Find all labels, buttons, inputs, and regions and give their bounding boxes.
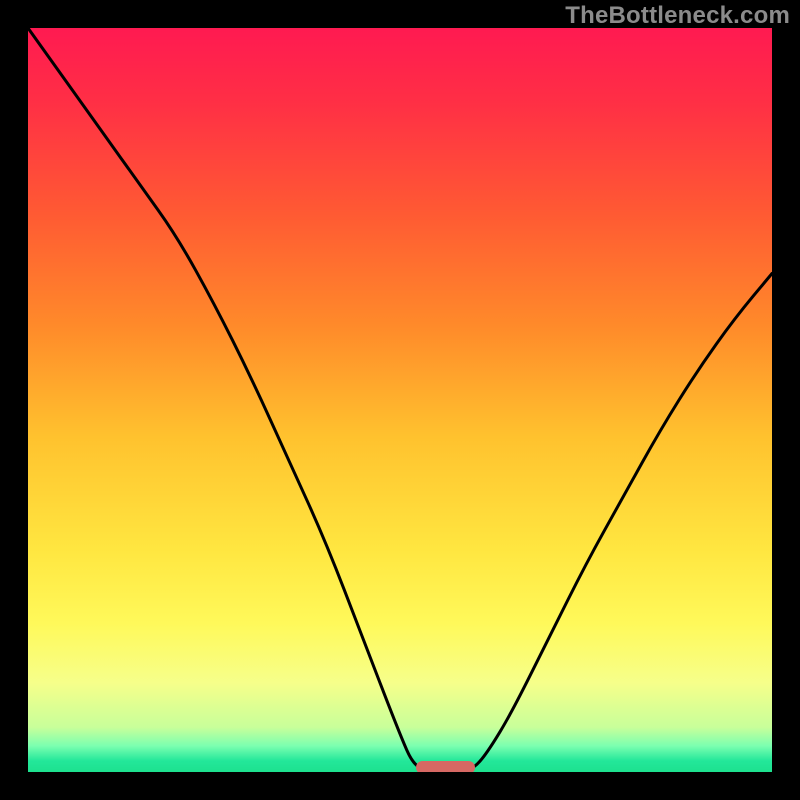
plot-area: [28, 28, 772, 772]
minimum-marker: [416, 761, 475, 772]
bottleneck-curve: [28, 28, 772, 772]
curve-layer: [28, 28, 772, 772]
outer-frame: TheBottleneck.com: [0, 0, 800, 800]
watermark-text: TheBottleneck.com: [565, 2, 790, 30]
